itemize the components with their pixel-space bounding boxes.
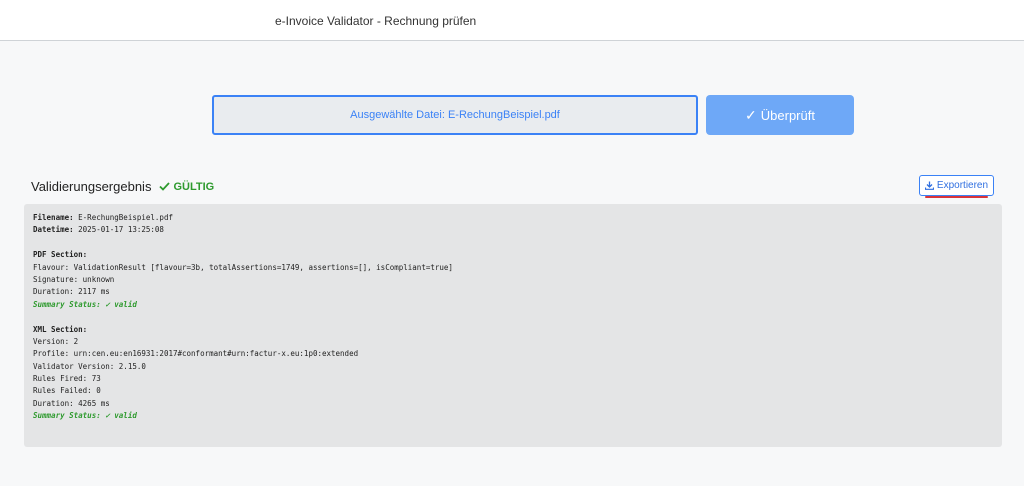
download-icon <box>924 181 934 190</box>
xml-profile: Profile: urn:cen.eu:en16931:2017#conform… <box>33 349 359 359</box>
report-line-datetime: Datetime: 2025-01-17 13:25:08 <box>33 225 164 235</box>
result-heading: Validierungsergebnis GÜLTIG <box>31 179 214 194</box>
check-icon: ✓ <box>745 106 757 123</box>
page-title: e-Invoice Validator - Rechnung prüfen <box>275 14 477 28</box>
xml-validator-version: Validator Version: 2.15.0 <box>33 361 146 371</box>
verify-button[interactable]: ✓ Überprüft <box>706 95 854 135</box>
file-select-field[interactable]: Ausgewählte Datei: E-RechungBeispiel.pdf <box>212 95 698 135</box>
selected-file-label: Ausgewählte Datei: E-RechungBeispiel.pdf <box>350 109 560 121</box>
validation-report: Filename: E-RechungBeispiel.pdf Datetime… <box>24 204 1002 447</box>
status-badge: GÜLTIG <box>159 181 214 193</box>
pdf-summary-status: Summary Status: ✓ valid <box>33 299 137 309</box>
result-title: Validierungsergebnis <box>31 179 152 194</box>
xml-section-heading: XML Section: <box>33 324 88 334</box>
export-button[interactable]: Exportieren <box>919 175 994 198</box>
xml-rules-failed: Rules Failed: 0 <box>33 386 101 396</box>
pdf-flavour: Flavour: ValidationResult [flavour=3b, t… <box>33 262 453 272</box>
pdf-signature: Signature: unknown <box>33 274 115 284</box>
verify-button-label: Überprüft <box>760 107 815 123</box>
xml-duration: Duration: 4265 ms <box>33 398 110 408</box>
xml-rules-fired: Rules Fired: 73 <box>33 374 101 384</box>
pdf-duration: Duration: 2117 ms <box>33 287 110 297</box>
xml-version: Version: 2 <box>33 336 79 346</box>
xml-summary-status: Summary Status: ✓ valid <box>33 411 137 421</box>
report-line-filename: Filename: E-RechungBeispiel.pdf <box>33 213 173 222</box>
export-label: Exportieren <box>936 180 989 191</box>
pdf-section-heading: PDF Section: <box>33 250 88 260</box>
app-header: e-Invoice Validator - Rechnung prüfen <box>0 0 1024 41</box>
status-label: GÜLTIG <box>173 180 215 193</box>
check-icon <box>159 182 171 191</box>
